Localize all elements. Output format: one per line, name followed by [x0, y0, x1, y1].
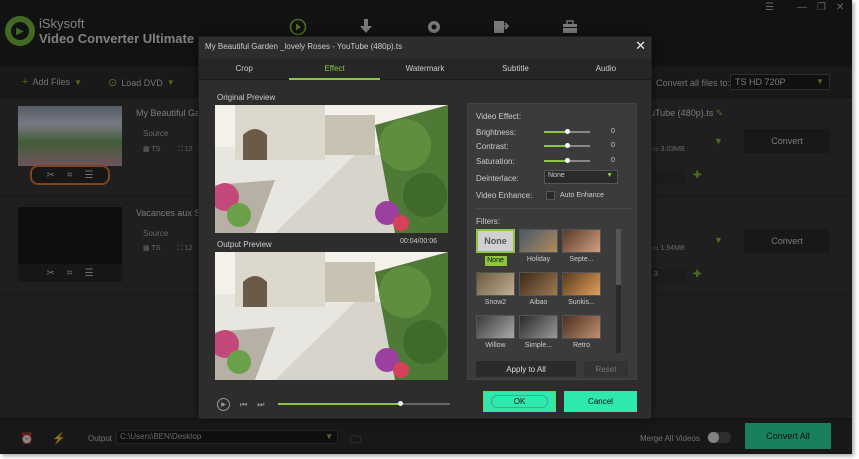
filter-label: Willow: [485, 342, 506, 349]
tab-bar: Crop Effect Watermark Subtitle Audio: [199, 58, 651, 80]
filter-label: Snow2: [484, 299, 507, 306]
player-controls: ▶ ⏮ ⏭: [217, 398, 264, 411]
tab-effect[interactable]: Effect: [289, 58, 381, 80]
next-icon[interactable]: ⏭: [257, 400, 264, 410]
reset-button[interactable]: Reset: [584, 361, 628, 377]
brightness-label: Brightness:: [476, 128, 517, 137]
output-preview: [215, 252, 448, 380]
app-window: ▶ iSkysoft Video Converter Ultimate ☰ — …: [0, 0, 852, 454]
filter-sunkissed[interactable]: Sunkis...: [562, 272, 601, 309]
edit-dialog: My Beautiful Garden _lovely Roses - YouT…: [198, 36, 652, 419]
divider: [476, 208, 632, 209]
contrast-slider[interactable]: [544, 143, 590, 148]
filter-simple[interactable]: Simple...: [519, 315, 558, 352]
contrast-label: Contrast:: [476, 142, 509, 151]
auto-enhance-label: Auto Enhance: [560, 192, 604, 199]
filter-willow[interactable]: Willow: [476, 315, 515, 352]
brightness-slider[interactable]: [544, 129, 590, 134]
deinterlace-label: Deinterlace:: [476, 174, 519, 183]
filter-label: Septe...: [569, 256, 594, 263]
saturation-slider[interactable]: [544, 158, 590, 163]
tab-crop[interactable]: Crop: [199, 58, 289, 79]
tab-subtitle[interactable]: Subtitle: [470, 58, 560, 79]
original-preview: [215, 105, 448, 233]
progress-fill: [278, 403, 401, 405]
video-enhance-label: Video Enhance:: [476, 191, 533, 200]
brightness-value: 0: [611, 128, 615, 135]
previous-icon[interactable]: ⏮: [240, 400, 247, 410]
video-effect-heading: Video Effect:: [476, 112, 522, 121]
filter-none[interactable]: None None: [476, 229, 515, 266]
playback-progress[interactable]: [278, 401, 450, 406]
close-icon[interactable]: ✕: [635, 38, 646, 54]
filter-holiday[interactable]: Holiday: [519, 229, 558, 266]
filter-aibao[interactable]: Aibao: [519, 272, 558, 309]
saturation-value: 0: [611, 157, 615, 164]
tab-audio[interactable]: Audio: [561, 58, 651, 79]
filter-thumbnail: [519, 272, 558, 296]
filter-thumbnail: None: [476, 229, 515, 253]
filter-label: None: [484, 256, 507, 266]
saturation-label: Saturation:: [476, 157, 515, 166]
filter-label: Sunkis...: [568, 299, 595, 306]
auto-enhance-checkbox[interactable]: [546, 191, 555, 200]
contrast-value: 0: [611, 142, 615, 149]
filter-retro[interactable]: Retro: [562, 315, 601, 352]
filter-label: Simple...: [524, 342, 553, 349]
filter-thumbnail: [519, 229, 558, 253]
cancel-button[interactable]: Cancel: [564, 391, 637, 412]
filter-label: Aibao: [529, 299, 548, 306]
filter-thumbnail: [562, 229, 601, 253]
filter-september[interactable]: Septe...: [562, 229, 601, 266]
deinterlace-value: None: [548, 172, 565, 179]
progress-handle[interactable]: [398, 401, 404, 406]
filter-thumbnail: [562, 272, 601, 296]
original-preview-label: Original Preview: [217, 93, 276, 102]
filter-thumbnail: [519, 315, 558, 339]
dialog-title: My Beautiful Garden _lovely Roses - YouT…: [205, 42, 403, 51]
play-icon[interactable]: ▶: [217, 398, 230, 411]
filters-label: Filters:: [476, 217, 500, 226]
filter-thumbnail: [562, 315, 601, 339]
playback-time: 00:04/00:06: [400, 238, 437, 245]
ok-label: OK: [490, 395, 549, 408]
deinterlace-select[interactable]: None ▼: [544, 170, 618, 184]
chevron-down-icon: ▼: [606, 172, 613, 179]
filter-thumbnail: [476, 315, 515, 339]
filter-thumbnail: [476, 272, 515, 296]
tab-watermark[interactable]: Watermark: [380, 58, 470, 79]
filter-snow2[interactable]: Snow2: [476, 272, 515, 309]
filter-label: Retro: [572, 342, 591, 349]
filter-label: Holiday: [526, 256, 551, 263]
apply-to-all-button[interactable]: Apply to All: [476, 361, 576, 377]
effect-panel: Video Effect: Brightness: 0 Contrast: 0 …: [467, 103, 637, 380]
ok-button[interactable]: OK: [483, 391, 556, 412]
output-preview-label: Output Preview: [217, 240, 272, 249]
filters-scrollbar[interactable]: [616, 229, 621, 353]
